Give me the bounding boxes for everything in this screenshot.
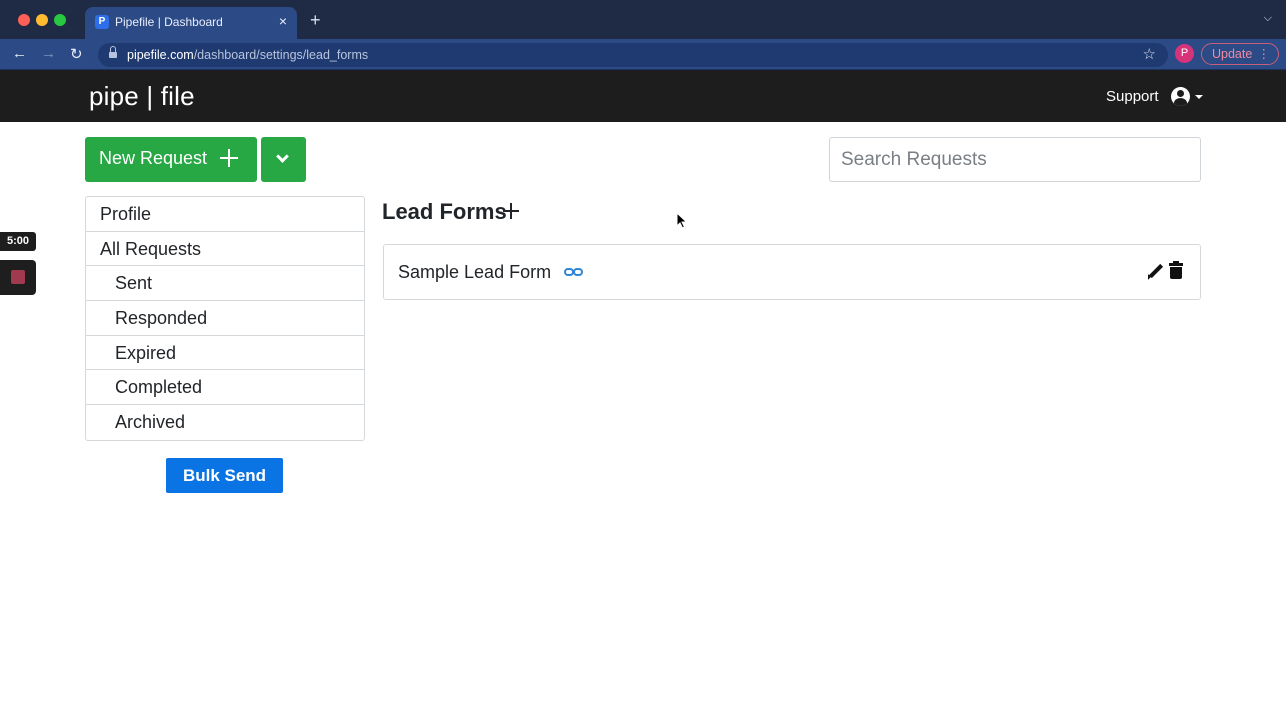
edit-pencil-icon[interactable]: [1145, 262, 1164, 280]
new-request-dropdown-button[interactable]: [261, 137, 306, 182]
sidebar-item-sent[interactable]: Sent: [86, 266, 364, 302]
brand-logo[interactable]: pipe | file: [89, 81, 195, 112]
tab-title: Pipefile | Dashboard: [115, 15, 223, 29]
reload-icon[interactable]: ↻: [70, 45, 83, 63]
page-title: Lead Forms: [382, 199, 507, 224]
link-icon[interactable]: [564, 266, 584, 278]
sidebar-item-profile[interactable]: Profile: [86, 197, 364, 232]
address-bar[interactable]: pipefile.com/dashboard/settings/lead_for…: [98, 43, 1168, 67]
browser-titlebar: P Pipefile | Dashboard × + ⌵: [0, 0, 1286, 39]
lead-form-row: Sample Lead Form: [383, 244, 1201, 300]
url-text[interactable]: pipefile.com/dashboard/settings/lead_for…: [127, 48, 368, 62]
browser-menu-icon[interactable]: ⋮: [1258, 44, 1271, 64]
lock-icon[interactable]: [109, 46, 117, 58]
bookmark-star-icon[interactable]: ☆: [1143, 45, 1156, 63]
chevron-down-icon: [276, 150, 289, 163]
browser-toolbar: ← → ↻ pipefile.com/dashboard/settings/le…: [0, 39, 1286, 70]
sidebar-item-responded[interactable]: Responded: [86, 301, 364, 336]
maximize-window-button[interactable]: [54, 14, 66, 26]
recording-stop-button[interactable]: [0, 260, 36, 295]
back-arrow-icon[interactable]: ←: [12, 45, 27, 62]
tab-close-icon[interactable]: ×: [279, 13, 287, 29]
support-link[interactable]: Support: [1106, 88, 1159, 105]
tab-search-icon[interactable]: ⌵: [1264, 12, 1272, 25]
sidebar-nav: Profile All Requests Sent Responded Expi…: [85, 196, 365, 441]
account-caret-down-icon[interactable]: [1195, 95, 1203, 99]
browser-tab-active[interactable]: P Pipefile | Dashboard ×: [85, 7, 297, 39]
update-label: Update: [1212, 47, 1253, 61]
site-navbar: pipe | file Support: [0, 70, 1286, 122]
add-lead-form-icon[interactable]: [502, 202, 520, 220]
recording-timer: 5:00: [0, 232, 36, 251]
browser-profile-avatar[interactable]: P: [1175, 44, 1194, 63]
stop-icon: [11, 270, 25, 284]
url-path: /dashboard/settings/lead_forms: [193, 48, 369, 62]
lead-form-name: Sample Lead Form: [398, 262, 552, 282]
forward-arrow-icon[interactable]: →: [41, 45, 56, 62]
sidebar-item-completed[interactable]: Completed: [86, 370, 364, 406]
search-requests-input[interactable]: [829, 137, 1201, 182]
close-window-button[interactable]: [18, 14, 30, 26]
bulk-send-button[interactable]: Bulk Send: [166, 458, 283, 493]
url-host: pipefile.com: [127, 48, 194, 62]
browser-update-button[interactable]: Update ⋮: [1201, 43, 1279, 65]
new-tab-button[interactable]: +: [310, 11, 321, 29]
sidebar-item-archived[interactable]: Archived: [86, 405, 364, 440]
sidebar-item-all-requests[interactable]: All Requests: [86, 232, 364, 267]
delete-trash-icon[interactable]: [1169, 261, 1183, 280]
user-account-icon[interactable]: [1171, 87, 1190, 106]
plus-icon: [220, 149, 238, 167]
favicon-icon: P: [95, 15, 109, 29]
new-request-label: New Request: [99, 148, 208, 168]
sidebar-item-expired[interactable]: Expired: [86, 336, 364, 371]
new-request-button[interactable]: New Request: [85, 137, 257, 182]
minimize-window-button[interactable]: [36, 14, 48, 26]
